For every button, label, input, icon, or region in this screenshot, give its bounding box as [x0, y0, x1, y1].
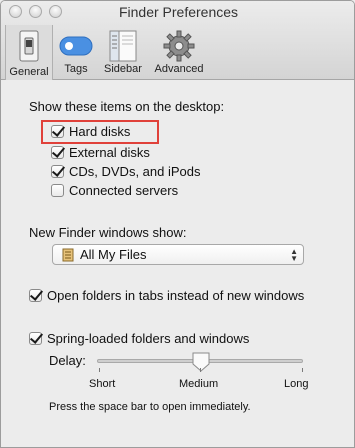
new-window-label: New Finder windows show:	[29, 225, 187, 240]
finder-preferences-window: Finder Preferences General Tags Sidebar …	[0, 0, 355, 448]
connected-servers-checkbox[interactable]: Connected servers	[51, 183, 178, 198]
cds-dvds-ipods-checkbox[interactable]: CDs, DVDs, and iPods	[51, 164, 201, 179]
all-my-files-icon	[62, 248, 74, 262]
hard-disks-label: Hard disks	[69, 124, 131, 139]
open-in-tabs-checkbox[interactable]: Open folders in tabs instead of new wind…	[29, 288, 304, 303]
external-disks-checkbox[interactable]: External disks	[51, 145, 150, 160]
cds-dvds-ipods-label: CDs, DVDs, and iPods	[69, 164, 201, 179]
open-in-tabs-checkmark[interactable]	[29, 289, 42, 302]
delay-slider-thumb[interactable]	[191, 351, 211, 373]
connected-servers-label: Connected servers	[69, 183, 179, 198]
tick-long	[302, 368, 303, 372]
new-window-popup[interactable]: All My Files ▲ ▼	[52, 244, 304, 265]
external-disks-checkmark[interactable]	[51, 146, 64, 159]
open-in-tabs-label: Open folders in tabs instead of new wind…	[47, 288, 305, 303]
tick-label-medium: Medium	[179, 378, 219, 390]
new-window-label-text: New Finder windows show:	[29, 225, 187, 240]
tick-label-short: Short	[89, 378, 116, 390]
cds-dvds-ipods-checkmark[interactable]	[51, 165, 64, 178]
tick-short	[99, 368, 100, 372]
desktop-heading: Show these items on the desktop:	[29, 99, 224, 114]
hard-disks-checkmark[interactable]	[51, 125, 64, 138]
spring-loaded-checkmark[interactable]	[29, 332, 42, 345]
delay-label-text: Delay:	[49, 353, 86, 368]
desktop-heading-label: Show these items on the desktop:	[29, 99, 225, 114]
spring-loaded-checkbox[interactable]: Spring-loaded folders and windows	[29, 331, 249, 346]
connected-servers-checkmark[interactable]	[51, 184, 64, 197]
spring-loaded-label: Spring-loaded folders and windows	[47, 331, 250, 346]
spring-hint: Press the space bar to open immediately.	[49, 401, 251, 413]
hard-disks-checkbox[interactable]: Hard disks	[51, 124, 130, 139]
delay-label: Delay:	[49, 353, 86, 368]
tick-label-long: Long	[284, 378, 309, 390]
popup-stepper-icon: ▲ ▼	[290, 247, 298, 263]
tick-medium	[200, 368, 201, 372]
popup-selected-value: All My Files	[80, 247, 147, 262]
external-disks-label: External disks	[69, 145, 150, 160]
